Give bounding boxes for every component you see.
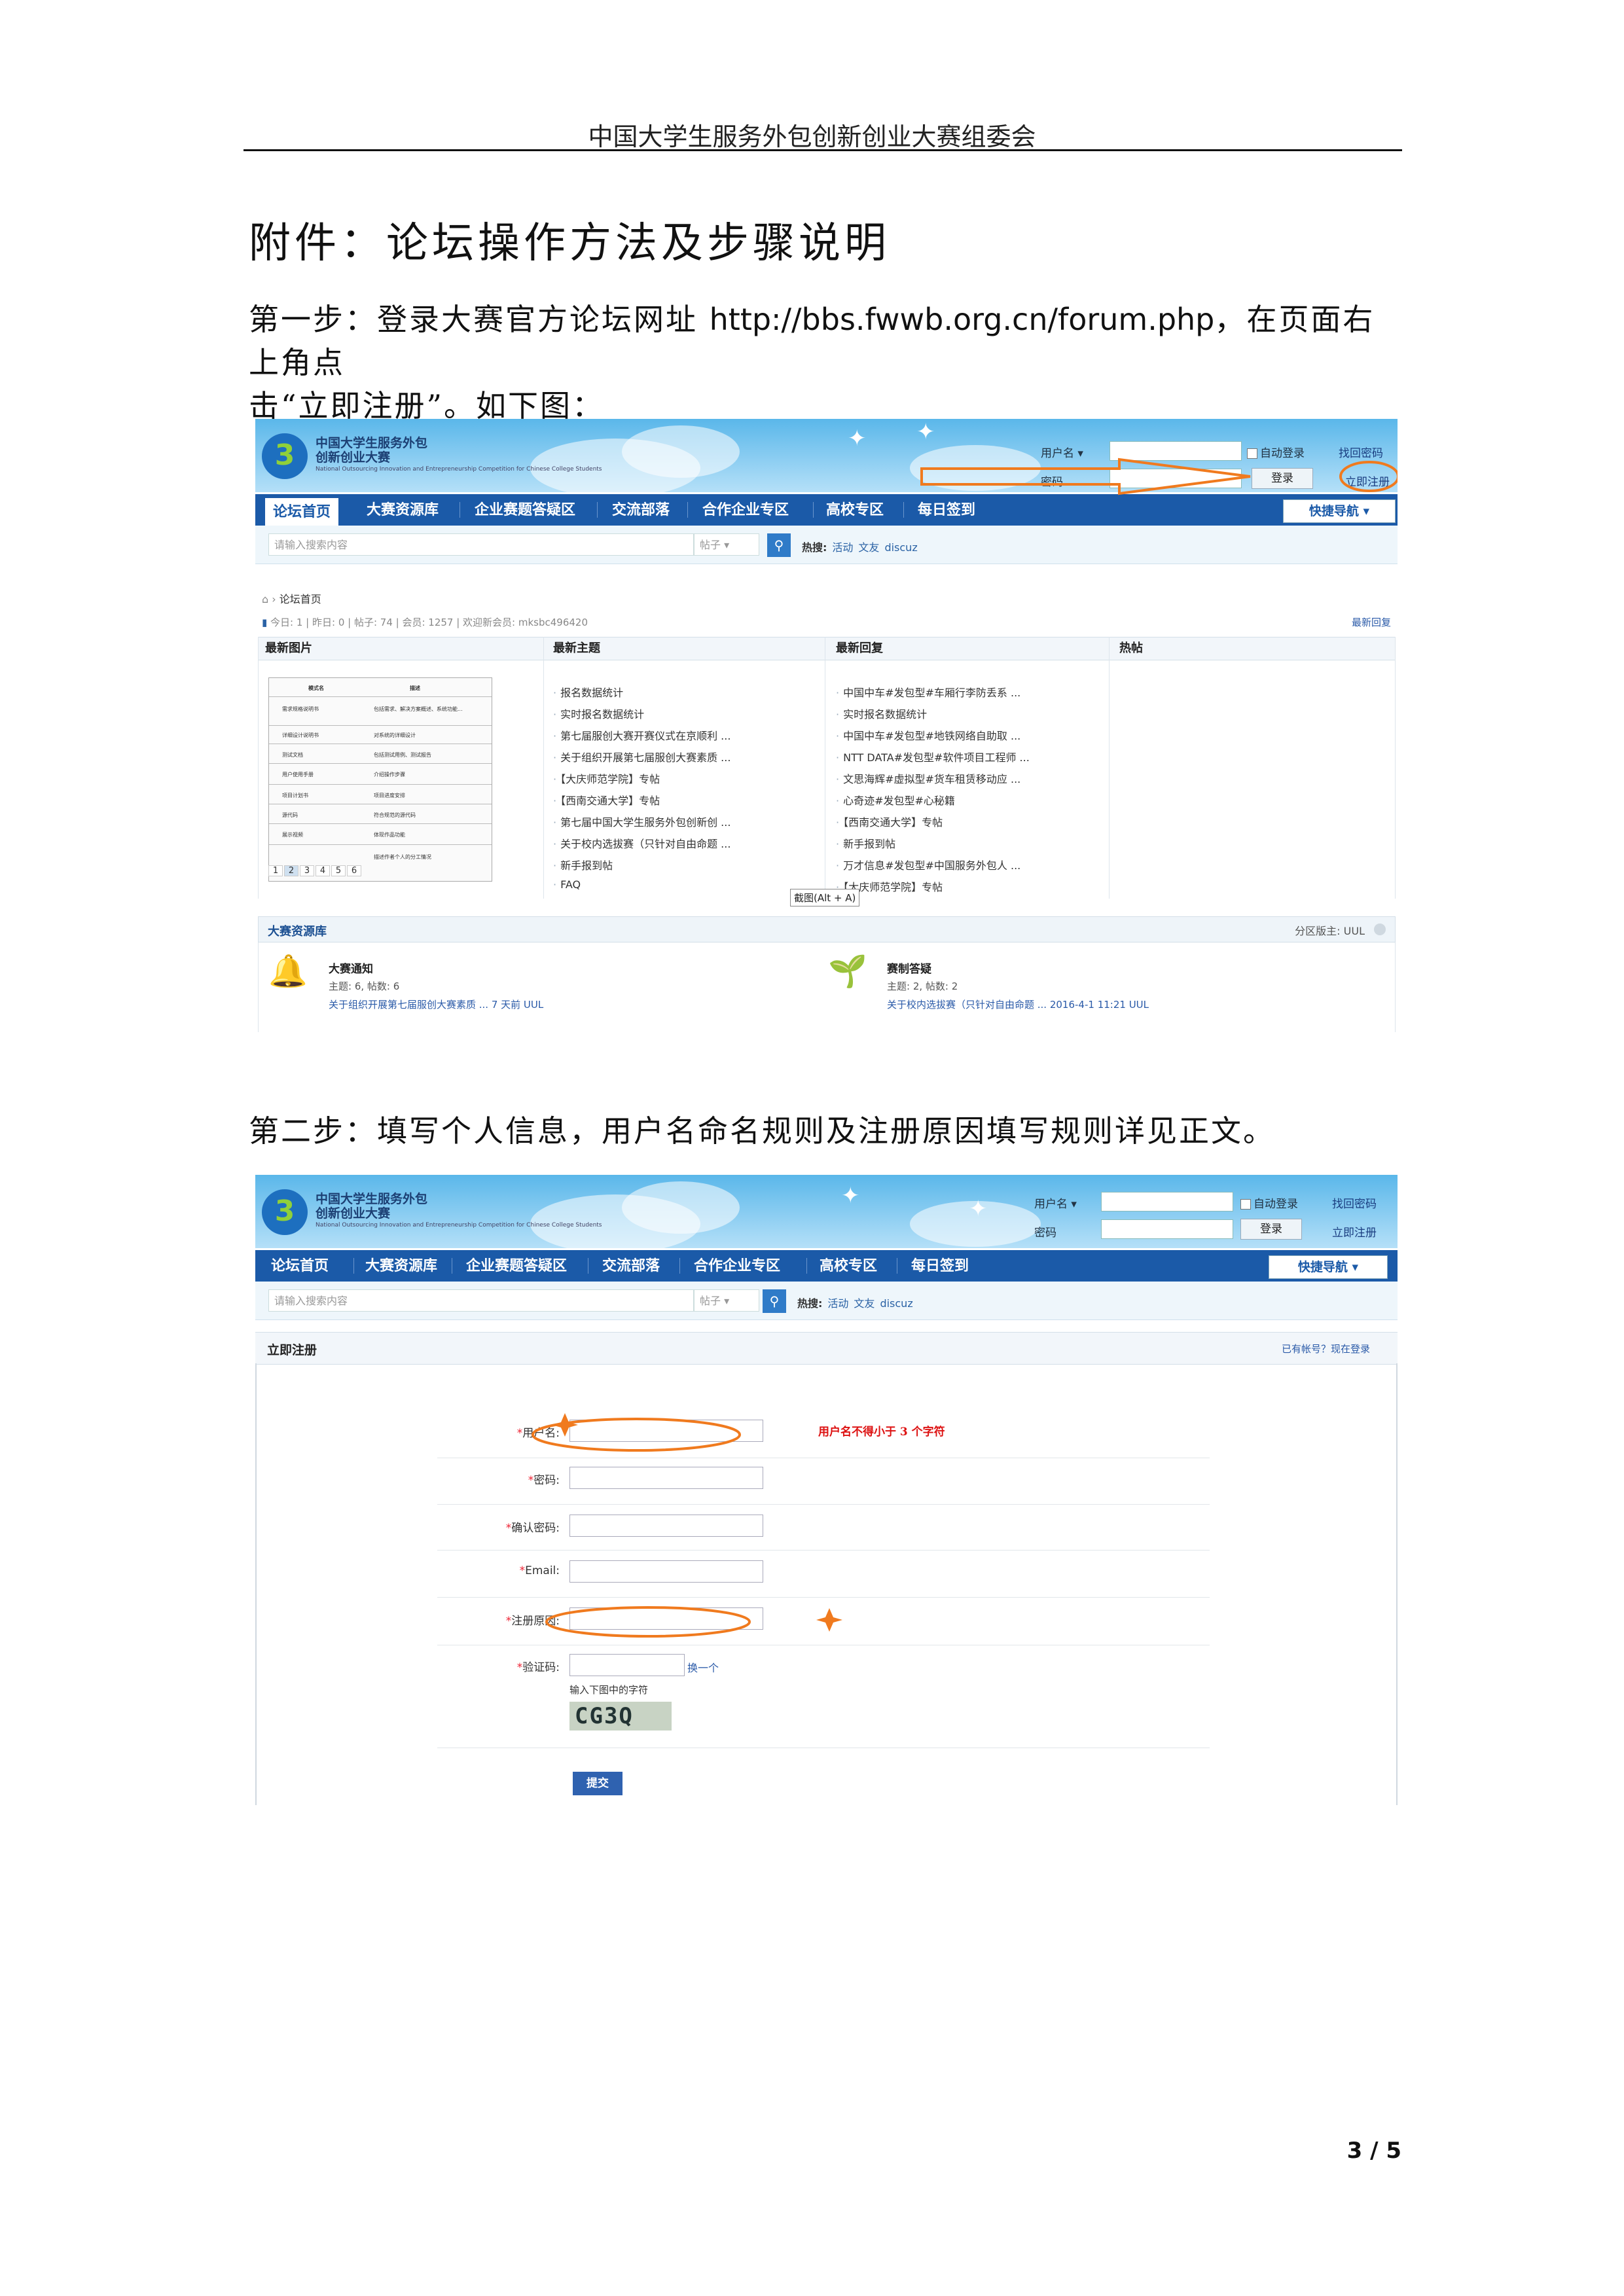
collapse-icon[interactable] bbox=[1374, 924, 1386, 935]
bell-icon: 🔔 bbox=[268, 953, 308, 990]
page-number: 3 / 5 bbox=[1346, 2138, 1401, 2164]
stats-icon: ▮ bbox=[262, 617, 268, 628]
section-moderator: 分区版主: UUL bbox=[1295, 925, 1365, 937]
plant-icon: 🌱 bbox=[828, 953, 867, 990]
portal-columns-header: 最新图片 最新主题 最新回复 热帖 bbox=[258, 637, 1396, 660]
forum-url[interactable]: http://bbs.fwwb.org.cn/forum.php bbox=[710, 302, 1215, 337]
section-title[interactable]: 大赛资源库 bbox=[268, 922, 327, 939]
step1-paragraph: 第一步：登录大赛官方论坛网址 http://bbs.fwwb.org.cn/fo… bbox=[249, 298, 1401, 427]
topic-item[interactable]: 第七届服创大赛开赛仪式在京顺利 ... bbox=[553, 727, 731, 743]
home-icon: ⌂ bbox=[262, 593, 269, 605]
col-latest-topics: 最新主题 bbox=[553, 641, 600, 655]
screenshot-tooltip: 截图(Alt + A) bbox=[790, 889, 860, 906]
forum-home-screenshot: ✦ ✦ 3 中国大学生服务外包 创新创业大赛 National Outsourci… bbox=[255, 419, 1398, 1032]
latest-reply-link[interactable]: 最新回复 bbox=[1352, 615, 1391, 629]
step2-paragraph: 第二步：填写个人信息，用户名命名规则及注册原因填写规则详见正文。 bbox=[249, 1113, 1275, 1149]
reply-item[interactable]: 中国中车#发包型#地铁网络自助取 ... bbox=[836, 727, 1020, 743]
forum-title[interactable]: 大赛通知 bbox=[329, 960, 373, 976]
forum-title[interactable]: 赛制答疑 bbox=[887, 960, 931, 976]
forum-last-post[interactable]: 关于组织开展第七届服创大赛素质 ... 7 天前 UUL bbox=[329, 997, 543, 1011]
forum-stats: ▮ 今日: 1 | 昨日: 0 | 帖子: 74 | 会员: 1257 | 欢迎… bbox=[262, 617, 588, 628]
forum-meta: 主题: 6, 帖数: 6 bbox=[329, 980, 400, 992]
topic-item[interactable]: 【大庆师范学院】专帖 bbox=[553, 770, 660, 786]
forum-meta: 主题: 2, 帖数: 2 bbox=[887, 980, 958, 992]
reply-item[interactable]: 中国中车#发包型#车厢行李防丢系 ... bbox=[836, 684, 1020, 700]
page-header: 中国大学生服务外包创新创业大赛组委会 bbox=[588, 122, 1036, 151]
topic-item[interactable]: 关于校内选拔赛（只针对自由命题 ... bbox=[553, 835, 731, 851]
document-title: 附件：论坛操作方法及步骤说明 bbox=[249, 219, 890, 268]
topic-item[interactable]: 第七届中国大学生服务外包创新创 ... bbox=[553, 814, 731, 829]
col-latest-replies: 最新回复 bbox=[836, 641, 883, 655]
reply-item[interactable]: 实时报名数据统计 bbox=[836, 706, 927, 721]
topic-item[interactable]: FAQ bbox=[553, 878, 581, 891]
col-latest-images: 最新图片 bbox=[265, 641, 312, 655]
breadcrumb: ⌂ › 论坛首页 bbox=[262, 593, 321, 605]
topic-item[interactable]: 实时报名数据统计 bbox=[553, 706, 644, 721]
reply-item[interactable]: 文思海辉#虚拟型#货车租赁移动应 ... bbox=[836, 770, 1020, 786]
step1-text: 第一步：登录大赛官方论坛网址 bbox=[249, 302, 710, 337]
header-rule bbox=[244, 149, 1402, 151]
reply-item[interactable]: 万才信息#发包型#中国服务外包人 ... bbox=[836, 857, 1020, 872]
register-screenshot: ✦ ✦ 3 中国大学生服务外包 创新创业大赛 National Outsourci… bbox=[255, 1175, 1398, 1805]
latest-image-thumbnail[interactable]: 模式名 描述 需求规格说明书 包括需求、解决方案概述、系统功能... 详细设计说明… bbox=[268, 677, 492, 882]
reply-item[interactable]: 心奇迹#发包型#心秘籍 bbox=[836, 792, 955, 808]
topic-item[interactable]: 新手报到帖 bbox=[553, 857, 613, 872]
reply-item[interactable]: 新手报到帖 bbox=[836, 835, 895, 851]
reply-item[interactable]: 【西南交通大学】专帖 bbox=[836, 814, 943, 829]
topic-item[interactable]: 【西南交通大学】专帖 bbox=[553, 792, 660, 808]
image-pager[interactable]: 123456 bbox=[268, 865, 363, 876]
topic-item[interactable]: 报名数据统计 bbox=[553, 684, 623, 700]
topic-item[interactable]: 关于组织开展第七届服创大赛素质 ... bbox=[553, 749, 731, 764]
resource-section-header: 大赛资源库 分区版主: UUL bbox=[258, 916, 1396, 942]
annotation-arrow bbox=[920, 457, 1398, 495]
annotation-highlights bbox=[532, 1413, 842, 1638]
reply-item[interactable]: NTT DATA#发包型#软件项目工程师 ... bbox=[836, 749, 1030, 764]
col-hot: 热帖 bbox=[1119, 641, 1143, 655]
forum-last-post[interactable]: 关于校内选拔赛（只针对自由命题 ... 2016-4-1 11:21 UUL bbox=[887, 997, 1149, 1011]
